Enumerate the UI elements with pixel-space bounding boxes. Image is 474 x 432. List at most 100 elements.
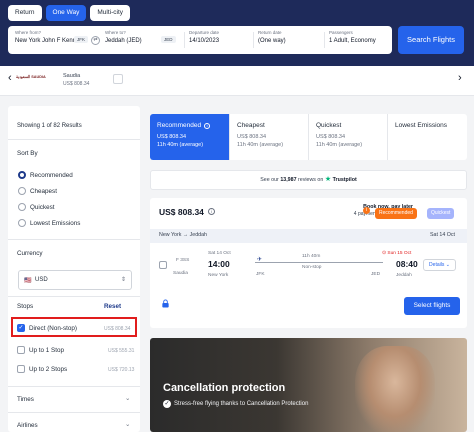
from-field[interactable]: Where from? New York John F Kenn... [15, 30, 81, 44]
flight-code: F 3SS [176, 258, 190, 263]
to-label: Where to? [105, 30, 126, 35]
trip-type-tabs: Return One Way Multi-city [8, 5, 131, 21]
dep-date: Sat 14 Oct [208, 251, 231, 256]
tab-label: Cheapest [237, 122, 265, 129]
return-field[interactable]: Return date (One way) [258, 30, 286, 44]
passengers-value: 1 Adult, Economy [329, 38, 376, 44]
tab-duration: 11h 40m (average) [157, 142, 204, 148]
trust-prefix: See our [260, 177, 279, 183]
stop-price: US$ 720.13 [108, 367, 135, 373]
sort-option-label: Quickest [30, 204, 55, 211]
times-title[interactable]: Times [17, 396, 34, 403]
currency-select[interactable]: 🇺🇸 USD ⇕ [18, 270, 132, 290]
stop-checkbox-1-stop[interactable] [17, 346, 25, 354]
divider [8, 139, 140, 140]
arr-date-text: Sun 15 Oct [387, 251, 412, 256]
chevron-down-icon[interactable]: ⌄ [125, 395, 130, 402]
sort-option-label: Cheapest [30, 188, 57, 195]
tab-label: Lowest Emissions [395, 122, 448, 129]
stops-title: Stops [17, 303, 34, 310]
search-flights-button[interactable]: Search Flights [398, 26, 464, 54]
tab-price: US$ 808.34 [157, 134, 187, 140]
tab-price: US$ 808.34 [237, 134, 267, 140]
tab-multi-city[interactable]: Multi-city [90, 5, 131, 21]
lock-icon [162, 299, 169, 308]
flight-select-checkbox[interactable] [159, 261, 167, 269]
filter-sidebar: Showing 1 of 82 Results Sort By Recommen… [8, 106, 140, 432]
carousel-checkbox[interactable] [113, 74, 123, 84]
sort-option-label: Recommended [30, 172, 73, 179]
to-field[interactable]: Where to? Jeddah (JED) [105, 30, 142, 44]
to-code: JED [161, 36, 176, 43]
chevron-left-icon[interactable]: ‹ [8, 72, 12, 84]
airline-carousel: ‹ السعودية SAUDIA Saudia US$ 808.34 › [0, 66, 474, 96]
chevron-down-icon[interactable]: ⌄ [125, 421, 130, 428]
tab-label: Quickest [316, 122, 342, 129]
star-icon: ★ [324, 176, 332, 183]
return-value: (One way) [258, 38, 286, 44]
stop-checkbox-2-stops[interactable] [17, 365, 25, 373]
stop-checkbox-direct[interactable]: ✓ [17, 324, 25, 332]
info-icon[interactable]: i [208, 208, 215, 215]
currency-value: USD [35, 277, 48, 283]
tab-one-way[interactable]: One Way [45, 5, 87, 21]
tab-recommended[interactable]: Recommended i US$ 808.34 11h 40m (average… [150, 114, 229, 160]
divider [184, 32, 185, 48]
promo-photo [355, 346, 435, 432]
chevron-right-icon[interactable]: › [458, 72, 462, 84]
stop-label: Up to 1 Stop [29, 347, 65, 354]
info-icon[interactable]: i [363, 207, 370, 214]
from-label: Where from? [15, 30, 42, 35]
cancellation-protection-banner: Cancellation protection ✓ Stress-free fl… [150, 338, 467, 432]
stop-price: US$ 808.34 [104, 326, 131, 332]
search-header: Return One Way Multi-city Where from? Ne… [0, 0, 474, 66]
saudia-logo: السعودية SAUDIA [16, 75, 46, 79]
divider [8, 239, 140, 240]
currency-title: Currency [17, 250, 43, 257]
chevron-down-icon: ⌄ [445, 262, 450, 268]
flight-card: US$ 808.34 i Book now, pay later 4 payme… [150, 198, 467, 328]
divider [8, 386, 140, 387]
tab-quickest[interactable]: Quickest US$ 808.34 11h 40m (average) [308, 114, 387, 160]
tab-return[interactable]: Return [8, 5, 42, 21]
reset-link[interactable]: Reset [104, 303, 121, 310]
select-flights-button[interactable]: Select flights [404, 297, 460, 315]
flight-stops: Non-stop [302, 265, 322, 270]
divider [324, 32, 325, 48]
trust-count: 13,987 [280, 177, 297, 183]
details-label: Details [429, 262, 445, 268]
return-label: Return date [258, 30, 282, 35]
details-button[interactable]: Details ⌄ [423, 259, 456, 271]
stop-label: Direct (Non-stop) [29, 325, 77, 332]
to-value: Jeddah (JED) [105, 38, 142, 44]
dep-time: 14:00 [208, 259, 230, 269]
tab-cheapest[interactable]: Cheapest US$ 808.34 11h 40m (average) [229, 114, 308, 160]
trust-brand: Trustpilot [332, 177, 357, 183]
departure-field[interactable]: Departure date 14/10/2023 [189, 30, 219, 44]
dep-city: New York [208, 273, 229, 278]
swap-icon[interactable]: ⇄ [91, 36, 100, 45]
passengers-field[interactable]: Passengers 1 Adult, Economy [329, 30, 376, 44]
sort-radio-recommended[interactable] [18, 171, 26, 179]
badge-quickest: Quickest [427, 208, 455, 219]
arr-time: 08:40 [396, 259, 418, 269]
results-count: Showing 1 of 82 Results [17, 123, 82, 129]
sort-tabs: Recommended i US$ 808.34 11h 40m (average… [150, 114, 467, 160]
trust-suffix: reviews on [298, 177, 324, 183]
sort-radio-lowest-emissions[interactable] [18, 219, 26, 227]
sort-radio-quickest[interactable] [18, 203, 26, 211]
route-label: New York → Jeddah [159, 232, 207, 238]
stop-label: Up to 2 Stops [29, 366, 68, 373]
divider [8, 296, 140, 297]
route-date: Sat 14 Oct [430, 232, 456, 238]
trustpilot-banner[interactable]: See our 13,987 reviews on ★ Trustpilot [150, 170, 467, 190]
check-icon: ✓ [163, 400, 171, 408]
airlines-title[interactable]: Airlines [17, 422, 38, 429]
stop-price: US$ 555.31 [108, 348, 135, 354]
sort-title: Sort By [17, 150, 38, 157]
passengers-label: Passengers [329, 30, 353, 35]
tab-lowest-emissions[interactable]: Lowest Emissions [387, 114, 467, 160]
departure-label: Departure date [189, 30, 220, 35]
carousel-airline-name: Saudia [63, 73, 81, 79]
sort-radio-cheapest[interactable] [18, 187, 26, 195]
